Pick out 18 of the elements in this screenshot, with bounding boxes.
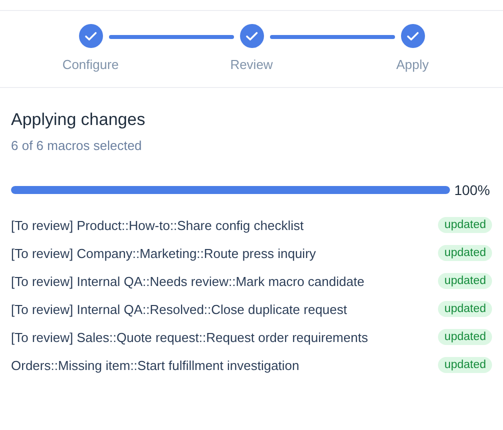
macro-name: [To review] Company::Marketing::Route press inquiry (11, 246, 316, 260)
macro-name: Orders::Missing item::Start fulfillment investigation (11, 358, 300, 372)
selection-count: 6 of 6 macros selected (11, 137, 143, 155)
macro-name: [To review] Internal QA::Needs review::Mark macro candidate (11, 274, 364, 288)
step-label: Apply (396, 57, 429, 72)
macro-name: [To review] Sales::Quote request::Request order requirements (11, 330, 368, 344)
status-badge: updated (438, 329, 492, 345)
status-badge: updated (438, 245, 492, 261)
section-title: Applying changes (11, 109, 146, 131)
step-label: Configure (62, 57, 119, 72)
status-badge: updated (438, 357, 492, 373)
status-badge: updated (438, 217, 492, 233)
macro-name: [To review] Product::How-to::Share config checklist (11, 218, 304, 232)
status-badge: updated (438, 301, 492, 317)
macro-name: [To review] Internal QA::Resolved::Close duplicate request (11, 302, 348, 316)
progress-percent: 100% (454, 182, 490, 198)
status-badge: updated (438, 273, 492, 289)
step-label: Review (230, 57, 273, 72)
